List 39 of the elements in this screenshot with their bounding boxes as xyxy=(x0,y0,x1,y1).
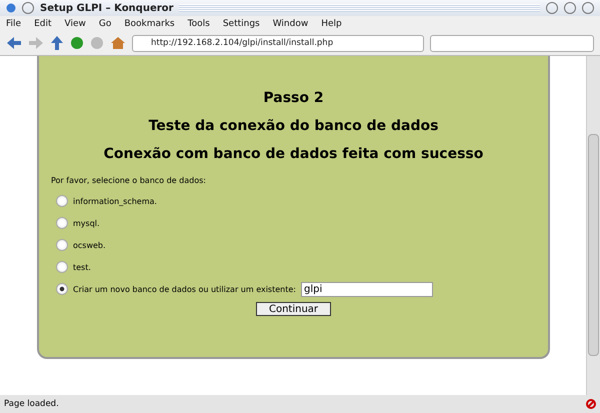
menu-item[interactable]: Settings xyxy=(222,18,260,28)
maximize-button[interactable] xyxy=(564,2,576,14)
menu-item[interactable]: File xyxy=(6,18,22,28)
minimize-button[interactable] xyxy=(546,2,558,14)
menu-item[interactable]: Tools xyxy=(188,18,210,28)
window-title: Setup GLPI – Konqueror xyxy=(40,2,174,14)
option-label: information_schema. xyxy=(73,196,157,206)
status-text: Page loaded. xyxy=(4,399,59,409)
database-name-field[interactable]: glpi xyxy=(300,282,433,296)
menu-item[interactable]: Go xyxy=(98,18,112,28)
home-icon[interactable] xyxy=(110,36,126,50)
heading: Teste da conexão do banco de dados xyxy=(148,118,440,134)
option-label: Criar um novo banco de dados ou utilizar um existente: xyxy=(73,284,296,294)
pin-button[interactable] xyxy=(22,2,34,14)
address-field[interactable]: http://192.168.2.104/glpi/install/install.php xyxy=(132,34,424,52)
menu-item[interactable]: View xyxy=(64,18,86,28)
close-button[interactable] xyxy=(582,2,594,14)
scrollbar-thumb[interactable] xyxy=(588,134,599,356)
menu-item[interactable]: Help xyxy=(321,18,342,28)
blocked-icon xyxy=(586,399,596,409)
menu-item[interactable]: Edit xyxy=(34,18,52,28)
menu-item[interactable]: Window xyxy=(272,18,308,28)
forward-icon[interactable] xyxy=(28,36,44,50)
continue-button[interactable]: Continuar xyxy=(256,302,332,316)
back-icon[interactable] xyxy=(6,36,22,50)
option-label: mysql. xyxy=(73,218,100,228)
option-label: ocsweb. xyxy=(73,240,106,250)
radio-button[interactable] xyxy=(56,195,68,207)
radio-button[interactable] xyxy=(56,217,68,229)
option-label: test. xyxy=(73,262,91,272)
heading: Conexão com banco de dados feita com sucesso xyxy=(102,146,484,162)
radio-button[interactable] xyxy=(56,283,68,295)
prompt-text: Por favor, selecione o banco de dados: xyxy=(51,176,207,185)
menu-item[interactable]: Bookmarks xyxy=(124,18,175,28)
radio-button[interactable] xyxy=(56,261,68,273)
search-field[interactable] xyxy=(430,34,594,52)
up-icon[interactable] xyxy=(50,35,64,51)
heading: Passo 2 xyxy=(262,90,325,106)
radio-button[interactable] xyxy=(56,239,68,251)
